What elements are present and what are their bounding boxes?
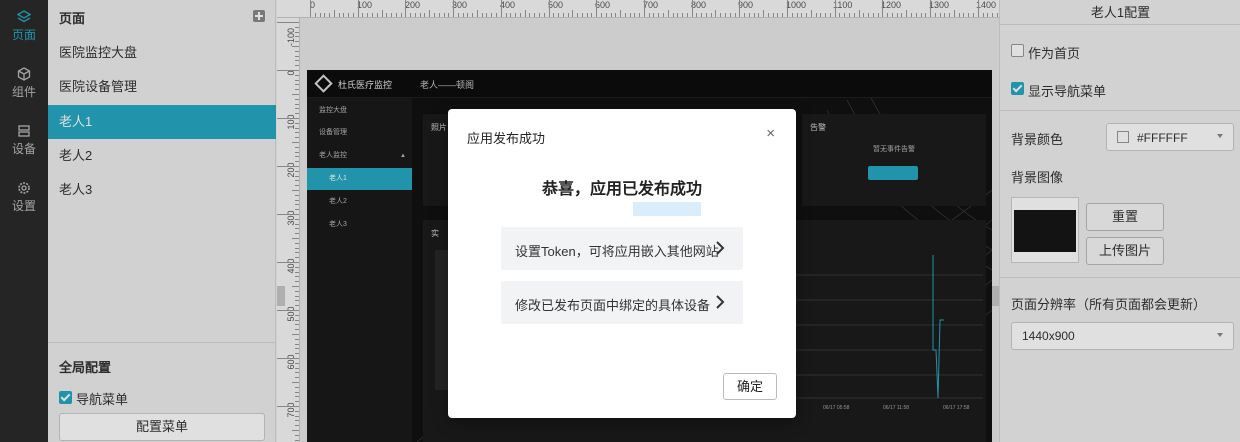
set-token-label: 设置Token，可将应用嵌入其他网站: [515, 244, 719, 259]
modify-devices-option[interactable]: 修改已发布页面中绑定的具体设备: [501, 281, 743, 324]
dialog-title: 应用发布成功: [467, 131, 546, 146]
chevron-right-icon: [716, 295, 725, 309]
chevron-right-icon: [716, 241, 725, 255]
published-url-link[interactable]: [633, 202, 701, 216]
dialog-heading: 恭喜，应用已发布成功: [541, 181, 702, 198]
ok-button[interactable]: 确定: [723, 373, 777, 400]
close-icon[interactable]: ×: [766, 126, 775, 141]
modify-devices-label: 修改已发布页面中绑定的具体设备: [515, 298, 711, 313]
set-token-option[interactable]: 设置Token，可将应用嵌入其他网站: [501, 227, 743, 270]
publish-success-dialog: 应用发布成功 × 恭喜，应用已发布成功 设置Token，可将应用嵌入其他网站 修…: [448, 109, 796, 418]
